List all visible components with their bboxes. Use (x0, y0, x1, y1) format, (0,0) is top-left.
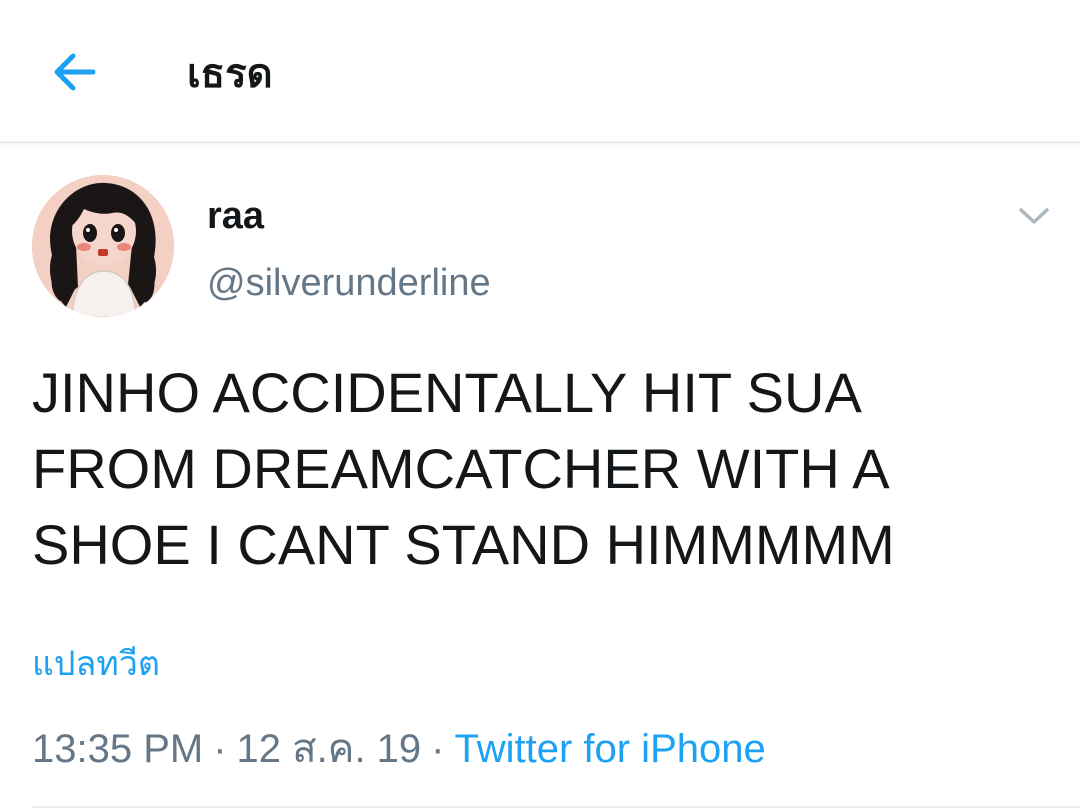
chevron-down-icon (1019, 208, 1049, 224)
page-title: เธรด (187, 51, 273, 97)
translate-tweet-link[interactable]: แปลทวีต (32, 640, 160, 688)
tweet-options-button[interactable] (1012, 198, 1056, 234)
back-button[interactable] (44, 42, 104, 102)
tweet-text: JINHO ACCIDENTALLY HIT SUA FROM DREAMCAT… (32, 361, 895, 576)
meta-separator: · (431, 727, 445, 771)
avatar-illustration (32, 175, 174, 317)
avatar[interactable] (32, 175, 174, 317)
display-name[interactable]: raa (207, 192, 264, 240)
meta-separator: · (213, 727, 227, 771)
tweet-detail-page: เธรด raa @silverunderline JINHO ACCIDENT… (0, 0, 1080, 810)
top-bar: เธรด (0, 0, 1080, 143)
tweet-source-link[interactable]: Twitter for iPhone (454, 727, 765, 771)
user-handle[interactable]: @silverunderline (207, 259, 491, 307)
divider (32, 806, 1080, 808)
arrow-left-icon (54, 53, 96, 91)
tweet-time: 13:35 PM (32, 727, 204, 771)
tweet-metadata: 13:35 PM · 12 ส.ค. 19 · Twitter for iPhone (32, 722, 766, 776)
tweet-date: 12 ส.ค. 19 (236, 727, 422, 771)
